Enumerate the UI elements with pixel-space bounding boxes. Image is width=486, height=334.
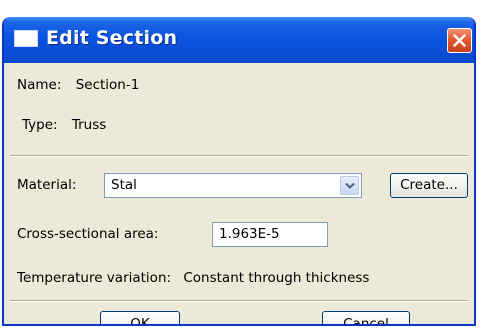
create-material-button[interactable]: Create...	[390, 173, 468, 198]
temperature-row: Temperature variation: Constant through …	[17, 270, 369, 286]
edit-section-dialog: Edit Section Name: Section-1 Type: Truss…	[2, 17, 476, 326]
name-row: Name: Section-1	[17, 77, 139, 93]
area-field[interactable]: 1.963E-5	[212, 222, 328, 247]
separator-top	[10, 155, 468, 157]
temperature-value: Constant through thickness	[183, 270, 370, 286]
type-value: Truss	[71, 117, 107, 133]
material-selected-value: Stal	[111, 177, 137, 193]
chevron-down-icon	[345, 182, 355, 189]
name-label: Name:	[17, 77, 62, 93]
dialog-title: Edit Section	[46, 27, 178, 49]
area-value: 1.963E-5	[219, 226, 280, 242]
type-row: Type: Truss	[22, 117, 106, 133]
name-value: Section-1	[75, 77, 140, 93]
material-label: Material:	[17, 177, 77, 193]
temperature-label: Temperature variation:	[17, 270, 172, 286]
area-label: Cross-sectional area:	[17, 226, 159, 242]
close-button[interactable]	[447, 28, 472, 53]
material-dropdown-button[interactable]	[340, 176, 359, 195]
separator-bottom	[10, 300, 468, 302]
title-bar[interactable]: Edit Section	[4, 17, 474, 63]
cancel-button[interactable]: Cancel	[322, 311, 410, 324]
material-select[interactable]: Stal	[104, 173, 362, 198]
window-icon	[14, 30, 38, 47]
dialog-content: Name: Section-1 Type: Truss Material: St…	[4, 63, 474, 324]
ok-button[interactable]: OK	[100, 311, 180, 324]
type-label: Type:	[22, 117, 58, 133]
close-icon	[453, 34, 466, 47]
